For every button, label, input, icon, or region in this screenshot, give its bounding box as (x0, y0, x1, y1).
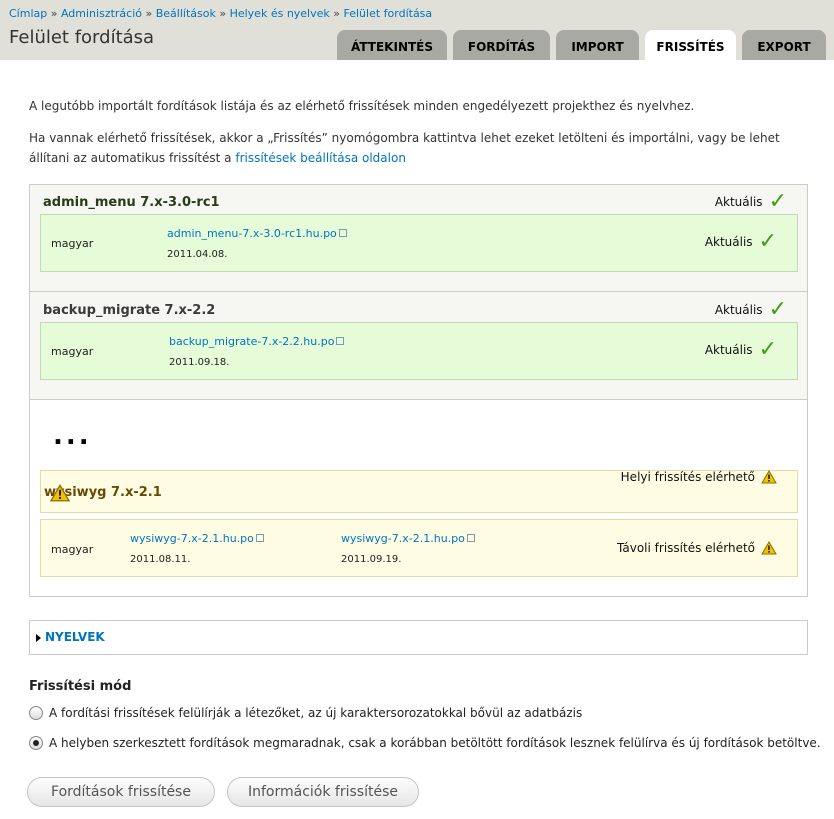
translation-file: backup_migrate-7.x-2.2.hu.po (169, 335, 345, 348)
breadcrumb-separator: » (333, 7, 340, 20)
language-label: magyar (51, 543, 94, 556)
translation-row: magyar backup_migrate-7.x-2.2.hu.po 2011… (40, 322, 798, 380)
row-status-label: Aktuális (704, 235, 753, 249)
tab-overview[interactable]: ÁTTEKINTÉS (337, 30, 447, 60)
row-status: Távoli frissítés elérhető (617, 541, 777, 555)
breadcrumb-home[interactable]: Címlap (9, 7, 47, 20)
language-label: magyar (51, 237, 94, 250)
language-label: magyar (51, 345, 94, 358)
check-icon: ✓ (768, 297, 787, 322)
radio-label: A fordítási frissítések felülírják a lét… (49, 706, 583, 720)
languages-fieldset[interactable]: NYELVEK (29, 620, 808, 655)
breadcrumb-separator: » (219, 7, 227, 20)
translation-date: 2011.04.08. (167, 249, 228, 260)
update-info-button[interactable]: Információk frissítése (227, 777, 419, 807)
translation-date: 2011.09.18. (169, 357, 230, 368)
warning-icon (49, 484, 71, 502)
row-status-label: Távoli frissítés elérhető (617, 541, 755, 555)
project-status: Helyi frissítés elérhető (621, 470, 777, 484)
warning-icon (761, 541, 777, 555)
tab-import[interactable]: IMPORT (556, 30, 639, 60)
external-link-icon (336, 337, 345, 345)
row-status: Aktuális ✓ (704, 337, 777, 362)
warning-icon (761, 470, 777, 484)
breadcrumb-separator: » (145, 7, 153, 20)
translation-row: magyar wysiwyg-7.x-2.1.hu.po 2011.08.11.… (40, 519, 798, 577)
translation-file-local: wysiwyg-7.x-2.1.hu.po (130, 532, 264, 545)
external-link-icon (466, 534, 475, 542)
intro-text: A legutóbb importált fordítások listája … (29, 99, 695, 113)
update-settings-link[interactable]: frissítések beállítása oldalon (235, 151, 406, 165)
project-status: Aktuális ✓ (714, 297, 787, 322)
project-title: admin_menu 7.x-3.0-rc1 (43, 195, 220, 210)
project-status-label: Aktuális (714, 195, 763, 209)
check-icon: ✓ (758, 229, 777, 254)
translation-date: 2011.08.11. (130, 554, 191, 565)
page-title: Felület fordítása (9, 27, 155, 48)
expand-triangle-icon (36, 634, 41, 642)
breadcrumb-settings[interactable]: Beállítások (156, 7, 216, 20)
translation-file-link[interactable]: backup_migrate-7.x-2.2.hu.po (169, 335, 334, 348)
external-link-icon (255, 534, 264, 542)
project-backup-migrate: backup_migrate 7.x-2.2 Aktuális ✓ magyar… (30, 292, 807, 400)
more-projects-ellipsis: ... (53, 421, 92, 451)
breadcrumb-interface-translation[interactable]: Felület fordítása (344, 7, 433, 20)
external-link-icon (338, 229, 347, 237)
radio-label: A helyben szerkesztett fordítások megmar… (49, 736, 821, 750)
row-status-label: Aktuális (704, 343, 753, 357)
tab-translate[interactable]: FORDÍTÁS (453, 30, 550, 60)
translation-file-remote: wysiwyg-7.x-2.1.hu.po (341, 532, 475, 545)
languages-toggle[interactable]: NYELVEK (45, 630, 105, 644)
project-title: backup_migrate 7.x-2.2 (43, 303, 216, 318)
project-wysiwyg: wysiwyg 7.x-2.1 Helyi frissítés elérhető (40, 470, 798, 513)
breadcrumb-separator: » (50, 7, 58, 20)
project-list: admin_menu 7.x-3.0-rc1 Aktuális ✓ magyar… (29, 184, 808, 597)
breadcrumb-admin[interactable]: Adminisztráció (61, 7, 142, 20)
radio-overwrite[interactable] (29, 706, 43, 720)
translation-file: admin_menu-7.x-3.0-rc1.hu.po (167, 227, 347, 240)
translation-file-link[interactable]: admin_menu-7.x-3.0-rc1.hu.po (167, 227, 337, 240)
translation-file-link-remote[interactable]: wysiwyg-7.x-2.1.hu.po (341, 532, 465, 545)
tab-update[interactable]: FRISSÍTÉS (645, 30, 736, 61)
breadcrumb-regional[interactable]: Helyek és nyelvek (230, 7, 330, 20)
project-status-label: Aktuális (714, 303, 763, 317)
header: Címlap » Adminisztráció » Beállítások » … (0, 0, 834, 61)
translation-file-link[interactable]: wysiwyg-7.x-2.1.hu.po (130, 532, 254, 545)
row-status: Aktuális ✓ (704, 229, 777, 254)
translation-date-remote: 2011.09.19. (341, 554, 402, 565)
radio-keep-local[interactable] (29, 736, 43, 750)
check-icon: ✓ (758, 337, 777, 362)
intro-text-2: Ha vannak elérhető frissítések, akkor a … (29, 128, 809, 168)
project-admin-menu: admin_menu 7.x-3.0-rc1 Aktuális ✓ magyar… (30, 185, 807, 292)
check-icon: ✓ (768, 189, 787, 214)
update-translations-button[interactable]: Fordítások frissítése (27, 777, 215, 807)
update-mode-title: Frissítési mód (29, 679, 132, 694)
update-mode-option-keep-local[interactable]: A helyben szerkesztett fordítások megmar… (29, 736, 821, 750)
translation-row: magyar admin_menu-7.x-3.0-rc1.hu.po 2011… (40, 214, 798, 272)
project-status-label: Helyi frissítés elérhető (620, 470, 755, 484)
project-status: Aktuális ✓ (714, 189, 787, 214)
breadcrumb: Címlap » Adminisztráció » Beállítások » … (9, 7, 432, 20)
update-mode-option-overwrite[interactable]: A fordítási frissítések felülírják a lét… (29, 706, 582, 720)
tab-export[interactable]: EXPORT (742, 30, 826, 60)
